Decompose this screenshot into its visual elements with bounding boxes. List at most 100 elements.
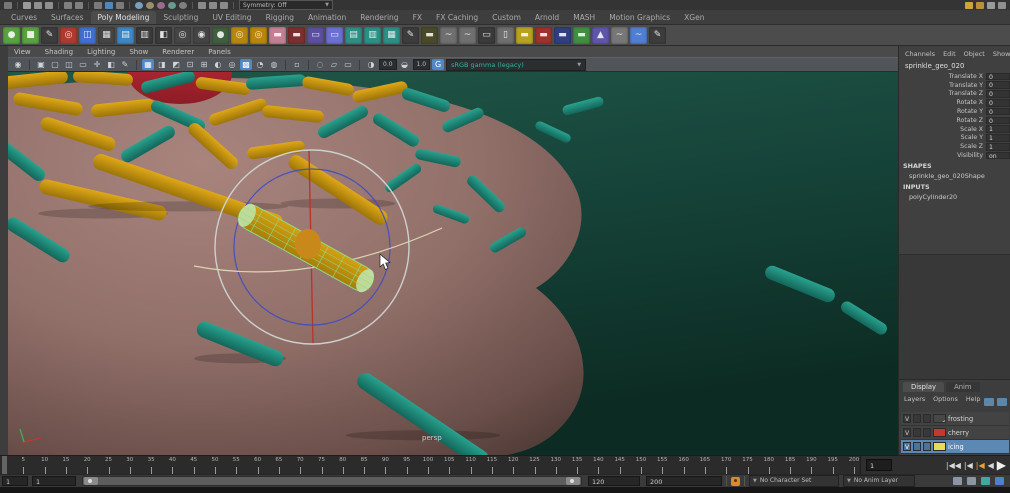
viewport-panel[interactable]: View Shading Lighting Show Renderer Panels ◉ ▣…: [8, 46, 904, 455]
relax-icon[interactable]: ▯: [497, 26, 514, 44]
layer-visibility-toggle[interactable]: V: [903, 428, 911, 437]
step-back-key-button[interactable]: |◀: [976, 456, 985, 475]
multisample-aa-icon[interactable]: ▩: [240, 59, 252, 70]
snap-to-plane-icon[interactable]: [168, 1, 176, 9]
bookmarks-icon[interactable]: ◫: [63, 59, 75, 70]
viewport-menu-view[interactable]: View: [14, 48, 31, 56]
poly-torus-icon[interactable]: ◎: [60, 26, 77, 44]
paint-effects-icon[interactable]: ✎: [649, 26, 666, 44]
merge-center-icon[interactable]: ◎: [250, 26, 267, 44]
bevel-icon[interactable]: ◉: [193, 26, 210, 44]
shelf-tab-uv-editing[interactable]: UV Editing: [205, 11, 258, 24]
shelf-tab-fx-caching[interactable]: FX Caching: [429, 11, 485, 24]
range-slider-left-handle[interactable]: [84, 477, 98, 485]
select-by-object-icon[interactable]: [105, 1, 113, 9]
2d-pan-zoom-icon[interactable]: ✛: [91, 59, 103, 70]
channel-box-object-name[interactable]: sprinkle_geo_020: [899, 60, 1010, 72]
attribute-value-field[interactable]: 1: [986, 143, 1010, 151]
shelf-tab-animation[interactable]: Animation: [301, 11, 353, 24]
attribute-value-field[interactable]: 0: [986, 99, 1010, 107]
layer-editor-tab-display[interactable]: Display: [903, 382, 945, 392]
motion-blur-icon[interactable]: ◎: [226, 59, 238, 70]
shelf-tab-custom[interactable]: Custom: [485, 11, 528, 24]
input-node-name[interactable]: polyCylinder20: [899, 192, 1010, 202]
attribute-value-field[interactable]: 0: [986, 107, 1010, 116]
attribute-value-field[interactable]: 1: [986, 134, 1010, 142]
layer-row[interactable]: Vcherry: [901, 426, 1009, 440]
animation-start-field[interactable]: 1: [2, 476, 28, 486]
smooth-icon[interactable]: ▤: [117, 26, 134, 44]
open-scene-icon[interactable]: [34, 1, 42, 9]
channel-box-menu-show[interactable]: Show: [993, 50, 1010, 58]
layer-display-type-toggle[interactable]: [923, 414, 931, 423]
shelf-tab-rendering[interactable]: Rendering: [353, 11, 405, 24]
input-connections-icon[interactable]: [198, 1, 206, 9]
exposure-icon[interactable]: ◑: [365, 59, 377, 70]
quad-draw-icon[interactable]: ▤: [345, 26, 362, 44]
shelf-tab-motion-graphics[interactable]: Motion Graphics: [602, 11, 677, 24]
viewport-3d-scene[interactable]: persp: [8, 72, 898, 455]
shelf-tab-surfaces[interactable]: Surfaces: [44, 11, 90, 24]
shelf-tab-curves[interactable]: Curves: [4, 11, 44, 24]
curve-tool-icon[interactable]: ~: [440, 26, 457, 44]
shelf-tab-poly-modeling[interactable]: Poly Modeling: [90, 11, 157, 24]
pinch-icon[interactable]: ▬: [535, 26, 552, 44]
extrude-icon[interactable]: ◧: [155, 26, 172, 44]
gamma-field[interactable]: 1.0: [412, 59, 431, 70]
undo-icon[interactable]: [64, 1, 72, 9]
select-camera-icon[interactable]: ◉: [12, 59, 24, 70]
new-layer-from-selected-icon[interactable]: [997, 398, 1007, 406]
current-frame-field[interactable]: 1: [866, 459, 892, 471]
color-management-icon[interactable]: G: [432, 59, 445, 70]
attribute-value-field[interactable]: 0: [986, 81, 1010, 89]
layer-editor-menu-options[interactable]: Options: [933, 395, 958, 403]
plugin-shelf-icon[interactable]: ◌: [314, 59, 326, 70]
new-scene-icon[interactable]: [23, 1, 31, 9]
isolate-select-icon[interactable]: ◍: [268, 59, 280, 70]
attribute-value-field[interactable]: 1: [986, 125, 1010, 133]
animation-end-field[interactable]: 200: [646, 476, 722, 486]
oversan-icon[interactable]: ◧: [105, 59, 117, 70]
help-icon[interactable]: [998, 1, 1006, 9]
poly-pen-icon[interactable]: ✎: [41, 26, 58, 44]
range-slider-track[interactable]: [82, 476, 582, 486]
divide-icon[interactable]: ▥: [136, 26, 153, 44]
boolean-icon[interactable]: ▭: [326, 26, 343, 44]
layer-editor-menu-help[interactable]: Help: [966, 395, 981, 403]
image-plane-icon[interactable]: ▭: [77, 59, 89, 70]
layer-color-swatch[interactable]: [933, 428, 946, 437]
symmetry-dropdown[interactable]: Symmetry: Off ▼: [239, 0, 333, 10]
gamma-icon[interactable]: ◒: [399, 59, 411, 70]
step-back-frame-button[interactable]: |◀: [964, 456, 973, 475]
safe-action-icon[interactable]: ▭: [342, 59, 354, 70]
target-weld-icon[interactable]: ◎: [231, 26, 248, 44]
layer-playback-toggle[interactable]: [913, 414, 921, 423]
layer-display-type-toggle[interactable]: [923, 428, 931, 437]
select-by-component-icon[interactable]: [116, 1, 124, 9]
insert-edge-loop-icon[interactable]: ▦: [383, 26, 400, 44]
render-current-frame-icon[interactable]: [965, 1, 973, 9]
shelf-tab-rigging[interactable]: Rigging: [259, 11, 301, 24]
construction-history-icon[interactable]: [220, 1, 228, 9]
snap-to-grid-icon[interactable]: [135, 1, 143, 9]
anim-settings-icon[interactable]: [995, 477, 1004, 485]
use-all-lights-icon[interactable]: ⊡: [184, 59, 196, 70]
poly-plane-icon[interactable]: ▦: [98, 26, 115, 44]
attribute-value-field[interactable]: 0: [986, 72, 1010, 81]
redo-icon[interactable]: [75, 1, 83, 9]
lock-camera-icon[interactable]: ▣: [35, 59, 47, 70]
snap-to-curve-icon[interactable]: [146, 1, 154, 9]
poly-sphere-icon[interactable]: ●: [3, 26, 20, 44]
exposure-field[interactable]: 0.0: [379, 59, 397, 70]
shelf-tab-arnold[interactable]: Arnold: [528, 11, 566, 24]
shape-node-name[interactable]: sprinkle_geo_020Shape: [899, 171, 1010, 181]
anim-layer-dropdown[interactable]: ▼ No Anim Layer: [843, 475, 915, 487]
multi-cut-icon[interactable]: ▥: [364, 26, 381, 44]
viewport-menu-panels[interactable]: Panels: [208, 48, 231, 56]
play-forwards-button[interactable]: ▶: [997, 456, 1006, 475]
shadows-icon[interactable]: ⊞: [198, 59, 210, 70]
type-icon[interactable]: ~: [630, 26, 647, 44]
layer-editor-tab-anim[interactable]: Anim: [946, 382, 980, 392]
poly-pipe-icon[interactable]: ◫: [79, 26, 96, 44]
mirror-icon[interactable]: ▬: [269, 26, 286, 44]
